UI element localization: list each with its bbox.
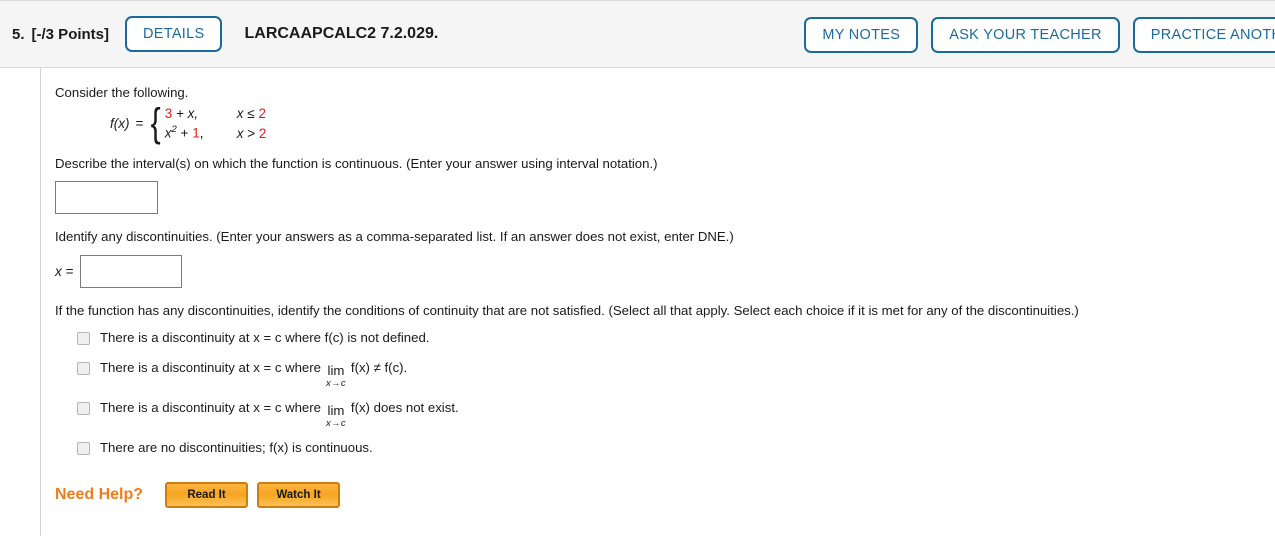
assignment-code: LARCAAPCALC2 7.2.029.: [244, 25, 439, 42]
choice-label: There is a discontinuity at x = c where …: [100, 359, 408, 389]
need-help-row: Need Help? Read It Watch It: [55, 481, 1275, 509]
case-2-constant: 1: [192, 125, 200, 141]
watch-it-button[interactable]: Watch It: [257, 481, 341, 509]
function-case-2: x2 + 1, x > 2: [165, 124, 267, 141]
function-case-1: 3 + x, x ≤ 2: [165, 106, 267, 121]
question-1-text: Describe the interval(s) on which the fu…: [55, 155, 658, 171]
limit-operator: lim: [327, 363, 345, 379]
case-2-expression: x2 + 1,: [165, 124, 237, 141]
points-badge: [-/3 Points]: [31, 25, 110, 43]
case-2-comma: ,: [199, 125, 204, 141]
choice-not-defined[interactable]: There is a discontinuity at x = c where …: [77, 329, 1275, 346]
case-1-cond-value: 2: [258, 106, 266, 121]
question-body: Consider the following. f(x) = { 3 + x, …: [0, 68, 1275, 536]
case-2-operator: +: [176, 125, 193, 141]
function-name: f(x): [110, 115, 130, 131]
case-2-condition: x > 2: [237, 126, 267, 141]
choice-label: There is a discontinuity at x = c where …: [100, 329, 430, 345]
case-2-cond-value: 2: [258, 125, 267, 141]
piecewise-function: f(x) = { 3 + x, x ≤ 2 x2 + 1, x > 2: [110, 100, 1275, 145]
case-1-cond-var: x: [236, 106, 244, 121]
practice-another-button[interactable]: PRACTICE ANOTHER: [1132, 16, 1275, 54]
choice-no-discontinuities[interactable]: There are no discontinuities; f(x) is co…: [77, 439, 1275, 456]
interval-answer-input[interactable]: [55, 181, 158, 215]
question-number: 5.: [12, 25, 25, 43]
limit-notation: lim x→c: [326, 364, 346, 389]
discontinuity-answer-row: x =: [55, 255, 1275, 289]
case-1-condition: x ≤ 2: [237, 106, 266, 121]
left-brace-icon: {: [151, 100, 162, 145]
checkbox-icon[interactable]: [77, 362, 90, 376]
need-help-label: Need Help?: [55, 485, 144, 503]
choice-limit-not-exist[interactable]: There is a discontinuity at x = c where …: [77, 399, 1275, 429]
choice-label: There are no discontinuities; f(x) is co…: [100, 439, 373, 455]
my-notes-button[interactable]: MY NOTES: [804, 16, 919, 54]
choice-limit-not-equal[interactable]: There is a discontinuity at x = c where …: [77, 359, 1275, 389]
left-divider: [40, 68, 41, 536]
choice-text-suffix: f(x) does not exist.: [350, 399, 459, 415]
question-2-text: Identify any discontinuities. (Enter you…: [55, 229, 734, 245]
choice-text-prefix: There is a discontinuity at x = c where: [100, 360, 321, 376]
checkbox-icon[interactable]: [77, 331, 90, 345]
case-1-term: + x,: [172, 106, 199, 121]
case-2-var: x: [164, 125, 172, 141]
read-it-button[interactable]: Read It: [165, 481, 249, 509]
equals-sign: =: [135, 115, 144, 131]
checkbox-icon[interactable]: [77, 401, 90, 415]
function-cases: 3 + x, x ≤ 2 x2 + 1, x > 2: [165, 106, 267, 141]
choice-text-prefix: There is a discontinuity at x = c where: [100, 399, 321, 415]
case-2-cond-var: x: [236, 125, 244, 141]
case-1-cond-op: ≤: [247, 106, 255, 121]
x-equals-label: x =: [55, 264, 74, 280]
header-actions: MY NOTES ASK YOUR TEACHER PRACTICE ANOTH…: [804, 1, 1275, 67]
intro-text: Consider the following.: [55, 85, 189, 100]
choice-label: There is a discontinuity at x = c where …: [100, 399, 459, 429]
checkbox-icon[interactable]: [77, 441, 90, 455]
limit-notation: lim x→c: [326, 404, 346, 429]
conditions-checkbox-group: There is a discontinuity at x = c where …: [55, 329, 1275, 456]
case-2-cond-op: >: [247, 125, 256, 141]
limit-subscript: x→c: [326, 418, 346, 429]
case-1-expression: 3 + x,: [165, 106, 237, 121]
question-header: 5. [-/3 Points] DETAILS LARCAAPCALC2 7.2…: [0, 0, 1275, 68]
limit-subscript: x→c: [326, 378, 346, 390]
details-button[interactable]: DETAILS: [125, 15, 223, 53]
ask-your-teacher-button[interactable]: ASK YOUR TEACHER: [931, 16, 1120, 54]
choice-text-suffix: f(x) ≠ f(c).: [350, 360, 408, 376]
question-3-text: If the function has any discontinuities,…: [55, 303, 1079, 319]
limit-operator: lim: [327, 402, 345, 418]
discontinuity-answer-input[interactable]: [80, 255, 183, 289]
